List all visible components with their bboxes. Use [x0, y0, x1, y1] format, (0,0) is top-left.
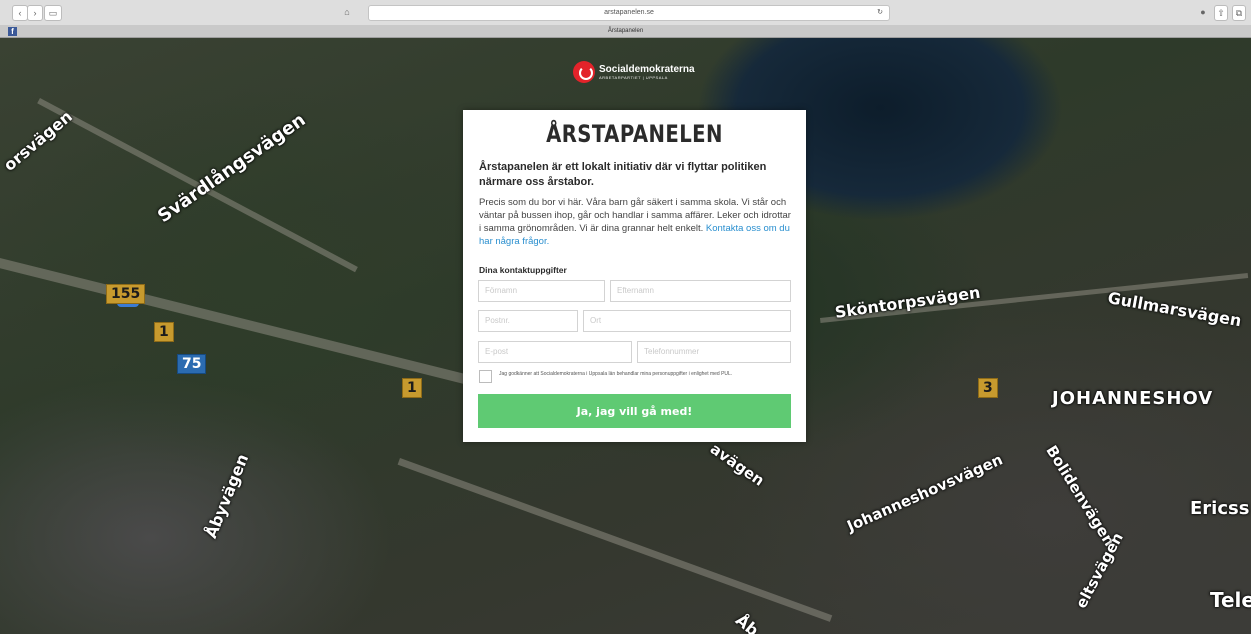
join-button[interactable]: Ja, jag vill gå med! — [478, 394, 791, 428]
signup-card: ÅRSTAPANELEN Årstapanelen är ett lokalt … — [463, 110, 806, 442]
map-label-abyvagen: Åbyvägen — [201, 451, 253, 542]
map-label-aby: Åb — [731, 610, 763, 634]
map-label-avagen: avägen — [706, 439, 768, 490]
postal-code-input[interactable]: Postnr. — [478, 310, 578, 332]
email-input[interactable]: E-post — [478, 341, 632, 363]
tabs-icon[interactable]: ⧉ — [1232, 5, 1246, 21]
tab-title[interactable]: Årstapanelen — [0, 25, 1251, 38]
socialdemokraterna-logo: Socialdemokraterna ARBETARPARTIET | UPPS… — [573, 58, 695, 86]
route-shield-1: 1 — [402, 378, 422, 398]
reload-icon[interactable]: ↻ — [877, 6, 883, 20]
logo-name: Socialdemokraterna — [599, 63, 695, 75]
map-label-tele: Tele — [1210, 588, 1251, 612]
intro-text: Precis som du bor vi här. Våra barn går … — [479, 196, 791, 248]
route-shield-1: 1 — [154, 322, 174, 342]
route-shield-75: 75 — [177, 354, 207, 374]
sidebar-icon[interactable]: ▭ — [44, 5, 62, 21]
highway-road — [0, 258, 505, 394]
address-bar[interactable]: arstapanelen.se ↻ — [368, 5, 890, 21]
map-label-orsvagen: orsvägen — [0, 106, 76, 175]
browser-toolbar: ‹ › ▭ ⌂ arstapanelen.se ↻ ● ⇧ ⧉ — [0, 0, 1251, 26]
route-shield-3: 3 — [978, 378, 998, 398]
phone-input[interactable]: Telefonnummer — [637, 341, 791, 363]
map-label-gullmarsvagen: Gullmarsvägen — [1106, 288, 1243, 331]
page-title: ÅRSTAPANELEN — [546, 120, 723, 148]
contact-section-label: Dina kontaktuppgifter — [479, 265, 567, 275]
last-name-input[interactable]: Efternamn — [610, 280, 791, 302]
road — [397, 458, 833, 622]
map-label-johanneshov: JOHANNESHOV — [1052, 388, 1214, 409]
home-icon[interactable]: ⌂ — [340, 5, 354, 19]
rose-icon — [573, 61, 595, 83]
facebook-icon[interactable]: f — [8, 27, 17, 36]
forward-button[interactable]: › — [27, 5, 43, 21]
map-label-johanneshovsvagen: Johanneshovsvägen — [844, 450, 1006, 536]
route-shield-155: 155 — [106, 284, 146, 304]
privacy-shield-icon[interactable]: ● — [1197, 5, 1209, 19]
map-label-bolidenvagen: Bolidenvägen — [1042, 442, 1119, 550]
city-input[interactable]: Ort — [583, 310, 791, 332]
back-button[interactable]: ‹ — [12, 5, 28, 21]
url-text: arstapanelen.se — [604, 9, 654, 16]
map-label-skontorpsvagen: Sköntorpsvägen — [833, 282, 982, 322]
consent-checkbox[interactable] — [479, 370, 492, 383]
map-label-ericss: Ericss — [1190, 498, 1250, 519]
logo-subtitle: ARBETARPARTIET | UPPSALA — [599, 74, 668, 80]
first-name-input[interactable]: Förnamn — [478, 280, 605, 302]
lead-text: Årstapanelen är ett lokalt initiativ där… — [479, 161, 767, 188]
map-label-svardlangsvagen: Svärdlångsvägen — [153, 109, 310, 228]
consent-text: Jag godkänner att Socialdemokraterna i U… — [499, 371, 733, 377]
share-icon[interactable]: ⇧ — [1214, 5, 1228, 21]
